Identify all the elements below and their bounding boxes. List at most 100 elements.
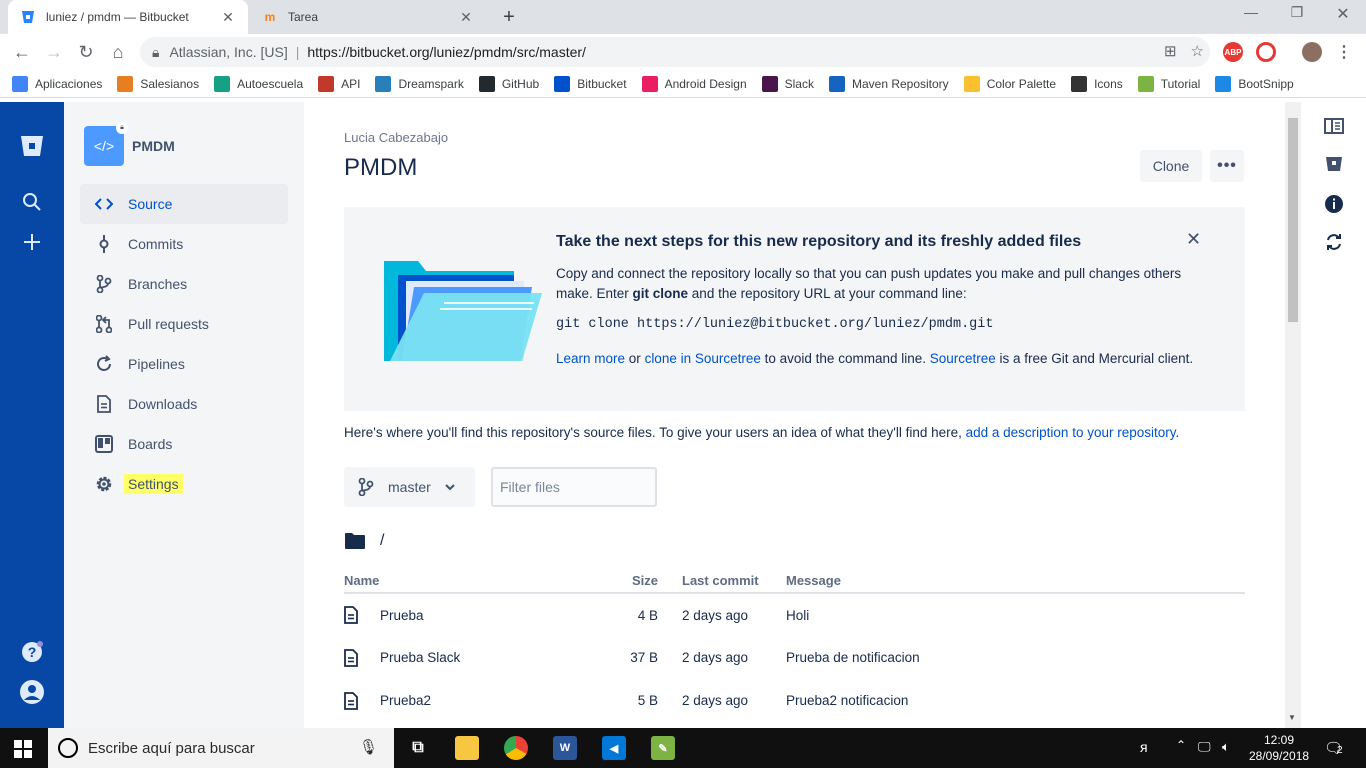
reload-icon[interactable]: ↻: [70, 36, 102, 68]
volume-icon[interactable]: 🔈︎: [1222, 739, 1230, 755]
file-explorer-icon[interactable]: [455, 736, 479, 760]
tab-tarea[interactable]: m Tarea ✕: [250, 0, 486, 34]
opera-icon[interactable]: [1256, 42, 1276, 62]
bookmark-item[interactable]: API: [318, 75, 360, 92]
vscode-icon[interactable]: ◀: [602, 736, 626, 760]
clone-command[interactable]: git clone https://luniez@bitbucket.org/l…: [556, 317, 993, 332]
sourcetree-link[interactable]: Sourcetree: [930, 351, 996, 366]
bitbucket-logo-icon[interactable]: [16, 130, 48, 162]
bookmark-item[interactable]: Aplicaciones: [12, 75, 102, 92]
bookmark-item[interactable]: Bitbucket: [554, 75, 627, 92]
help-icon[interactable]: ?: [16, 636, 48, 668]
scroll-down-arrow-icon[interactable]: ▼: [1288, 713, 1296, 722]
close-tab-icon[interactable]: ✕: [458, 9, 474, 26]
repo-owner[interactable]: Lucia Cabezabajo: [344, 130, 448, 145]
bookmark-item[interactable]: Tutorial: [1137, 75, 1200, 92]
branch-selector[interactable]: master: [344, 467, 475, 507]
bookmark-item[interactable]: Autoescuela: [214, 75, 303, 92]
file-name[interactable]: Prueba2: [380, 693, 431, 708]
people-icon[interactable]: ᴙ: [1140, 739, 1148, 755]
file-name-cell[interactable]: Prueba2: [344, 679, 584, 722]
bookmark-item[interactable]: Maven Repository: [828, 75, 949, 92]
sidebar-item-settings[interactable]: Settings: [80, 464, 288, 504]
bookmark-item[interactable]: GitHub: [478, 75, 539, 92]
learn-more-link[interactable]: Learn more: [556, 351, 625, 366]
windows-start-icon[interactable]: [14, 740, 32, 761]
home-icon[interactable]: ⌂: [102, 36, 134, 68]
microphone-icon[interactable]: 🎙︎: [359, 738, 378, 756]
bookmark-label: Dreamspark: [398, 76, 464, 91]
file-name[interactable]: Prueba Slack: [380, 650, 460, 665]
scrollbar-thumb[interactable]: [1288, 118, 1298, 322]
sidebar-item-branches[interactable]: Branches: [80, 264, 288, 304]
sidebar-item-downloads[interactable]: Downloads: [80, 384, 288, 424]
bookmark-item[interactable]: Slack: [761, 75, 814, 92]
close-window-button[interactable]: ✕: [1320, 4, 1366, 24]
taskbar-search[interactable]: Escribe aquí para buscar 🎙︎: [48, 728, 394, 768]
table-row[interactable]: Prueba Slack 37 B 2 days ago Prueba de noti…: [344, 636, 1245, 679]
sidebar-item-source[interactable]: Source: [80, 184, 288, 224]
filter-files-input[interactable]: [491, 467, 657, 507]
system-clock[interactable]: 12:09 28/09/2018: [1249, 732, 1309, 764]
minimize-button[interactable]: —: [1228, 4, 1274, 20]
column-last-commit[interactable]: Last commit: [658, 568, 786, 594]
clone-in-sourcetree-link[interactable]: clone in Sourcetree: [645, 351, 761, 366]
table-row[interactable]: Prueba 4 B 2 days ago Holi: [344, 593, 1245, 636]
more-actions-button[interactable]: •••: [1210, 150, 1244, 182]
chrome-icon[interactable]: [504, 736, 528, 760]
add-description-link[interactable]: add a description to your repository: [966, 425, 1176, 440]
banner-text: is a free Git and Mercurial client.: [995, 351, 1194, 366]
forward-arrow-icon[interactable]: →: [38, 36, 70, 68]
action-center-icon[interactable]: 🗨︎2: [1324, 739, 1343, 757]
bookmark-item[interactable]: Android Design: [641, 75, 747, 92]
column-size[interactable]: Size: [584, 568, 658, 594]
clone-button[interactable]: Clone: [1140, 150, 1202, 182]
word-icon[interactable]: W: [553, 736, 577, 760]
notepad-plus-icon[interactable]: ✎: [651, 736, 675, 760]
repo-header[interactable]: </> 🔒︎ PMDM: [84, 122, 175, 166]
file-size: 4 B: [637, 607, 658, 623]
sidebar-item-pull-requests[interactable]: Pull requests: [80, 304, 288, 344]
sidebar-toggle-icon[interactable]: [1322, 114, 1346, 138]
file-name-cell[interactable]: Prueba: [344, 593, 584, 636]
bookmark-item[interactable]: Color Palette: [963, 75, 1056, 92]
user-avatar-icon[interactable]: [16, 676, 48, 708]
sidebar-item-commits[interactable]: Commits: [80, 224, 288, 264]
column-message[interactable]: Message: [786, 568, 1245, 594]
address-bar[interactable]: 🔒︎ Atlassian, Inc. [US] | https://bitbuc…: [140, 37, 1210, 67]
maximize-button[interactable]: ❐: [1274, 4, 1320, 21]
bookmark-icon: [478, 75, 495, 92]
tab-bitbucket[interactable]: luniez / pmdm — Bitbucket ✕: [8, 0, 248, 34]
back-arrow-icon[interactable]: ←: [6, 36, 38, 68]
browser-toolbar: ← → ↻ ⌂ 🔒︎ Atlassian, Inc. [US] | https:…: [0, 34, 1366, 70]
translate-icon[interactable]: ⊞: [1164, 42, 1177, 60]
file-name-cell[interactable]: Prueba Slack: [344, 636, 584, 679]
menu-dots-icon[interactable]: ⋮: [1334, 42, 1354, 62]
column-name[interactable]: Name: [344, 568, 584, 594]
path-text[interactable]: /: [380, 532, 384, 550]
bookmark-item[interactable]: Icons: [1071, 75, 1123, 92]
tray-chevron-icon[interactable]: ⌃: [1176, 738, 1186, 752]
adblock-icon[interactable]: ABP: [1223, 42, 1243, 62]
close-icon[interactable]: ✕: [1186, 229, 1201, 250]
sidebar-item-boards[interactable]: Boards: [80, 424, 288, 464]
network-icon[interactable]: 🖵︎: [1198, 739, 1211, 755]
info-icon[interactable]: [1322, 192, 1346, 216]
task-view-icon[interactable]: ⧉: [406, 736, 430, 760]
bookmark-star-icon[interactable]: ☆: [1191, 42, 1204, 60]
table-row[interactable]: Prueba2 5 B 2 days ago Prueba2 notificacion: [344, 679, 1245, 722]
close-tab-icon[interactable]: ✕: [220, 9, 236, 26]
bookmark-item[interactable]: Salesianos: [117, 75, 199, 92]
new-tab-button[interactable]: +: [498, 6, 520, 29]
sidebar-item-pipelines[interactable]: Pipelines: [80, 344, 288, 384]
bitbucket-repo-icon[interactable]: [1322, 152, 1346, 176]
create-plus-icon[interactable]: [16, 226, 48, 258]
sync-icon[interactable]: [1322, 230, 1346, 254]
bookmark-item[interactable]: Dreamspark: [375, 75, 464, 92]
profile-avatar[interactable]: [1302, 42, 1322, 62]
search-icon[interactable]: [16, 186, 48, 218]
bookmark-item[interactable]: BootSnipp: [1215, 75, 1294, 92]
file-name[interactable]: Prueba: [380, 608, 424, 623]
bookmark-icon: [828, 75, 845, 92]
page-title: PMDM: [344, 154, 418, 181]
